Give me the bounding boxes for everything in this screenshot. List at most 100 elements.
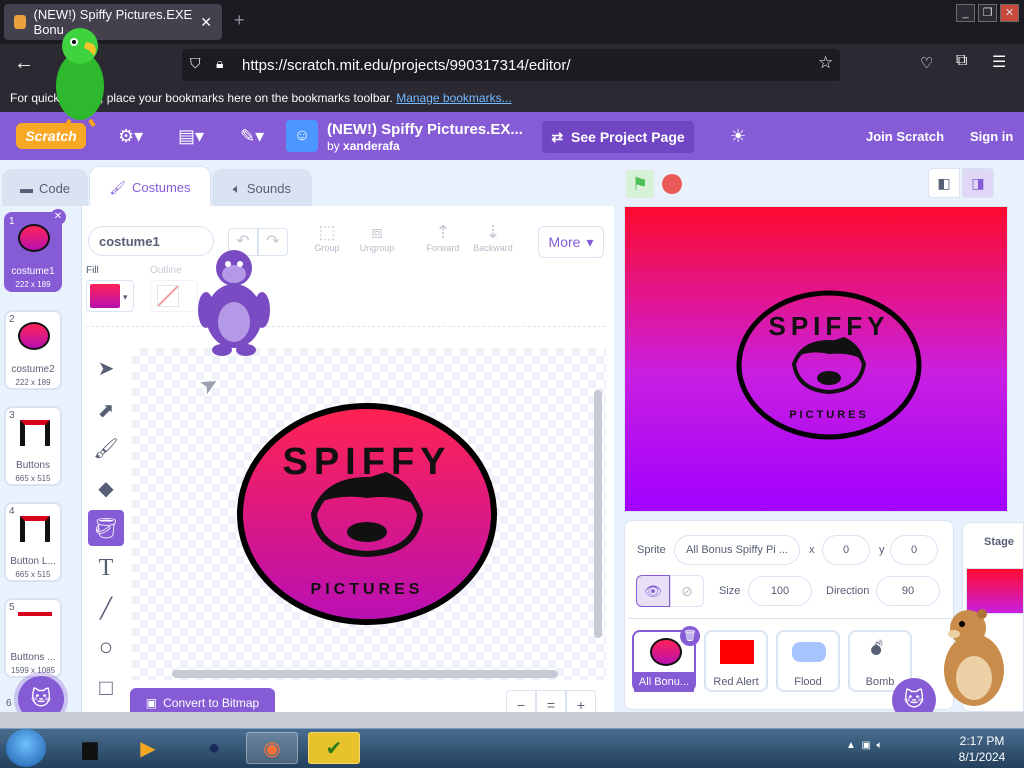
- show-sprite-eye-icon[interactable]: 👁︎: [636, 575, 670, 607]
- small-stage-icon[interactable]: ◧: [928, 168, 960, 198]
- join-scratch-link[interactable]: Join Scratch: [866, 129, 944, 144]
- costume-thumbnail: [20, 516, 50, 542]
- minimize-icon[interactable]: _: [956, 4, 975, 22]
- taskbar-app-media-icon[interactable]: ▶: [122, 732, 174, 764]
- delete-costume-icon[interactable]: ✕: [50, 209, 66, 225]
- url-text[interactable]: https://scratch.mit.edu/projects/9903173…: [242, 57, 571, 74]
- bookmark-star-icon[interactable]: ☆: [818, 53, 833, 73]
- file-menu-icon[interactable]: ▤▾: [178, 126, 204, 147]
- window-close-icon[interactable]: ✕: [1000, 4, 1019, 22]
- costume-size: 665 x 515: [15, 474, 51, 483]
- stage-spiffy-sprite[interactable]: SPIFFY PICTURES: [734, 290, 924, 440]
- shield-icon[interactable]: ⛉: [190, 55, 201, 72]
- author-name[interactable]: xanderafa: [343, 139, 400, 153]
- size-input[interactable]: 100: [748, 576, 812, 606]
- vertical-scrollbar[interactable]: [594, 390, 602, 638]
- extensions-icon[interactable]: ⧉: [956, 52, 967, 70]
- sprite-tile[interactable]: Flood: [776, 630, 840, 692]
- project-title[interactable]: (NEW!) Spiffy Pictures.EX...: [327, 121, 527, 138]
- eraser-tool-icon[interactable]: ◆: [88, 470, 124, 506]
- sprite-thumbnail: [650, 638, 682, 666]
- sprite-name-input[interactable]: All Bonus Spiffy Pi ...: [674, 535, 800, 565]
- costume-item[interactable]: 5 Buttons ... 1599 x 1085: [4, 598, 62, 678]
- tab-sounds[interactable]: 🔈︎ Sounds: [212, 169, 312, 207]
- select-tool-icon[interactable]: ➤: [88, 350, 124, 386]
- costume-number: 6: [6, 698, 12, 709]
- circle-tool-icon[interactable]: ○: [88, 630, 124, 666]
- forward-label: Forward: [426, 243, 460, 253]
- stage-sprite-bottom-text: PICTURES: [789, 409, 869, 421]
- outline-color-picker[interactable]: [150, 280, 198, 312]
- url-bar[interactable]: ⛉ 🔒︎ https://scratch.mit.edu/projects/99…: [182, 49, 840, 81]
- menu-icon[interactable]: ☰: [992, 52, 1006, 72]
- back-arrow-icon[interactable]: ←: [14, 52, 34, 75]
- lock-icon[interactable]: 🔒︎: [216, 55, 223, 72]
- tab-costumes-label: Costumes: [131, 180, 191, 195]
- clock-time: 2:17 PM: [959, 734, 1005, 748]
- ungroup-button[interactable]: ⧈ Ungroup: [352, 222, 402, 253]
- sign-in-link[interactable]: Sign in: [970, 129, 1013, 144]
- artwork-top-text: SPIFFY: [282, 441, 451, 483]
- lightbulb-icon[interactable]: ☀: [730, 126, 746, 147]
- brush-icon: 🖌︎: [109, 179, 126, 195]
- edit-menu-icon[interactable]: ✎▾: [240, 126, 264, 147]
- costume-item[interactable]: 2 costume2 222 x 189: [4, 310, 62, 390]
- sprite-tile[interactable]: Red Alert: [704, 630, 768, 692]
- direction-input[interactable]: 90: [876, 576, 940, 606]
- taskbar-clock[interactable]: 2:17 PM 8/1/2024: [952, 733, 1012, 765]
- bookmarks-toolbar: For quick access, place your bookmarks h…: [0, 86, 1024, 112]
- more-button[interactable]: More ▾: [538, 226, 604, 258]
- convert-label: Convert to Bitmap: [163, 696, 260, 710]
- green-flag-icon[interactable]: ⚑: [626, 170, 654, 198]
- taskbar-app-terminal-icon[interactable]: ▆: [64, 732, 116, 764]
- forward-arrow-icon: ⇡: [435, 222, 451, 242]
- fill-tool-icon[interactable]: 🪣︎: [88, 510, 124, 546]
- forward-button[interactable]: ⇡ Forward: [418, 222, 468, 253]
- horizontal-scrollbar[interactable]: [172, 670, 558, 678]
- pocket-icon[interactable]: ♡: [920, 54, 933, 72]
- manage-bookmarks-link[interactable]: Manage bookmarks...: [396, 91, 511, 105]
- costume-item[interactable]: 3 Buttons 665 x 515: [4, 406, 62, 486]
- fill-label: Fill: [86, 265, 99, 276]
- large-stage-icon[interactable]: ◨: [962, 168, 994, 198]
- restore-icon[interactable]: ❐: [978, 4, 997, 22]
- settings-gear-icon[interactable]: ⚙▾: [118, 126, 143, 147]
- delete-sprite-icon[interactable]: 🗑︎: [680, 626, 700, 646]
- sprite-name: Flood: [794, 676, 822, 688]
- costume-size: 222 x 189: [15, 378, 51, 387]
- spiffy-logo-artwork[interactable]: SPIFFY PICTURES: [236, 402, 498, 626]
- y-input[interactable]: 0: [890, 535, 938, 565]
- sprite-name: All Bonu...: [634, 672, 694, 692]
- costume-number: 3: [9, 410, 15, 421]
- tab-close-icon[interactable]: ✕: [200, 14, 212, 31]
- y-label: y: [879, 544, 885, 556]
- taskbar-app-notepad-icon[interactable]: ✔: [308, 732, 360, 764]
- costume-size: 1599 x 1085: [10, 666, 56, 675]
- backward-button[interactable]: ⇣ Backward: [468, 222, 518, 253]
- line-tool-icon[interactable]: ╱: [88, 590, 124, 626]
- brush-tool-icon[interactable]: 🖌︎: [88, 430, 124, 466]
- reshape-tool-icon[interactable]: ⬈: [88, 392, 124, 428]
- x-input[interactable]: 0: [822, 535, 870, 565]
- costume-thumbnail: [18, 322, 50, 350]
- new-tab-icon[interactable]: +: [234, 10, 245, 31]
- fill-color-picker[interactable]: ▾: [86, 280, 134, 312]
- tab-code[interactable]: ▬ Code: [2, 169, 88, 207]
- tab-costumes[interactable]: 🖌︎ Costumes: [89, 166, 211, 208]
- system-tray[interactable]: ▲ ▣ 🔈︎: [846, 740, 882, 751]
- hide-sprite-eye-icon[interactable]: ⊘: [670, 575, 704, 607]
- group-button[interactable]: ⬚ Group: [302, 222, 352, 253]
- costume-number: 2: [9, 314, 15, 325]
- taskbar-app-globe-icon[interactable]: ●: [188, 732, 240, 764]
- costume-item[interactable]: 4 Button L... 665 x 515: [4, 502, 62, 582]
- text-tool-icon[interactable]: T: [88, 550, 124, 586]
- bomb-thumbnail-icon: 💣︎: [870, 638, 883, 660]
- taskbar-firefox-icon[interactable]: ◉: [246, 732, 298, 764]
- stop-icon[interactable]: [662, 174, 682, 194]
- tab-favicon-icon: [14, 15, 26, 29]
- more-label: More: [548, 234, 581, 250]
- ungroup-label: Ungroup: [359, 243, 395, 253]
- rectangle-tool-icon[interactable]: □: [88, 670, 124, 706]
- start-button-icon[interactable]: [6, 729, 46, 767]
- see-project-page-button[interactable]: ⇄ See Project Page: [542, 121, 694, 153]
